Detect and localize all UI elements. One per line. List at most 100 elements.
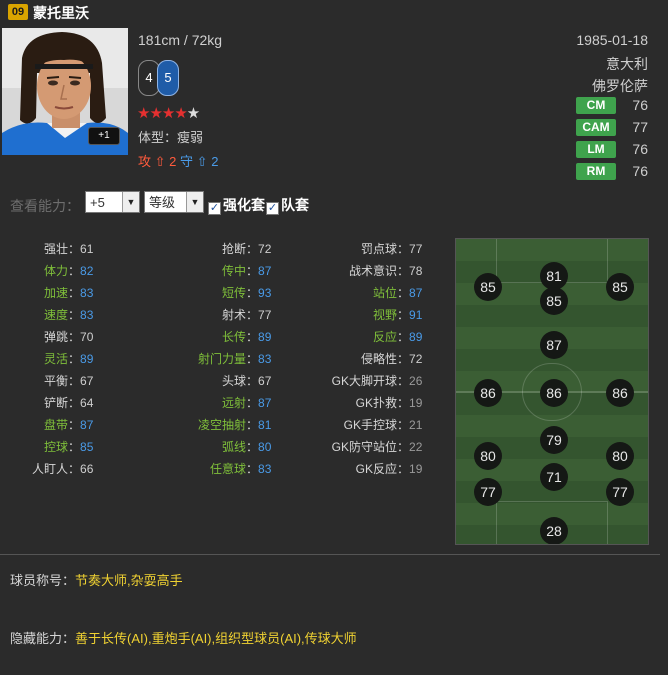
stat-value: 91 bbox=[409, 308, 423, 322]
stat-row: 铲断：64 bbox=[0, 392, 120, 414]
stat-separator: ： bbox=[397, 330, 410, 344]
stat-value: 19 bbox=[409, 462, 423, 476]
stat-label: 战术意识 bbox=[348, 264, 397, 278]
stat-value: 77 bbox=[409, 242, 423, 256]
checkbox-checked-icon[interactable]: ✓ bbox=[266, 202, 279, 215]
stat-row: 抢断：72 bbox=[120, 238, 271, 260]
hidden-ability-value: 善于长传(AI),重炮手(AI),组织型球员(AI),传球大师 bbox=[75, 631, 357, 646]
season-badge: 09 bbox=[8, 4, 28, 20]
stat-separator: ： bbox=[246, 330, 259, 344]
stat-label: 长传 bbox=[221, 330, 246, 344]
stat-value: 61 bbox=[80, 242, 94, 256]
stat-label: 速度 bbox=[43, 308, 68, 322]
stat-separator: ： bbox=[68, 374, 81, 388]
nickname-row: 球员称号：节奏大师,杂耍高手 bbox=[10, 570, 183, 589]
strong-foot-value: 5 bbox=[164, 70, 172, 85]
chevron-down-icon[interactable]: ▼ bbox=[122, 192, 139, 212]
stat-separator: ： bbox=[68, 440, 81, 454]
stat-row: 头球：67 bbox=[120, 370, 271, 392]
stat-row: 射术：77 bbox=[120, 304, 271, 326]
stat-label: 平衡 bbox=[43, 374, 68, 388]
stat-row: 站位：87 bbox=[260, 282, 422, 304]
team-set-label: 队套 bbox=[281, 197, 309, 213]
stat-separator: ： bbox=[397, 374, 410, 388]
stat-label: GK防守站位 bbox=[331, 440, 397, 454]
position-badge: LM bbox=[576, 141, 616, 158]
pitch-rating-center-back: 71 bbox=[540, 463, 568, 491]
team-set-checkbox[interactable]: ✓ 队套 bbox=[266, 195, 309, 215]
stat-value: 89 bbox=[80, 352, 94, 366]
chevron-down-icon[interactable]: ▼ bbox=[186, 192, 203, 212]
stat-separator: ： bbox=[246, 352, 259, 366]
stat-value: 83 bbox=[80, 308, 94, 322]
view-ability-label: 查看能力： bbox=[10, 198, 80, 214]
stat-separator: ： bbox=[68, 352, 81, 366]
stat-label: GK扑救 bbox=[355, 396, 397, 410]
attack-arrow-icon: ⇧ bbox=[154, 154, 166, 169]
grade-select-value: 等级 bbox=[149, 195, 176, 210]
stat-separator: ： bbox=[397, 286, 410, 300]
stats-column-technical: 抢断：72 传中：87 短传：93 射术：77 长传：89 射门力量：83 头球：67 远射：… bbox=[120, 238, 271, 480]
position-rating: 76 bbox=[632, 163, 648, 179]
stat-separator: ： bbox=[246, 396, 259, 410]
stat-separator: ： bbox=[68, 396, 81, 410]
attack-label: 攻 bbox=[138, 154, 152, 169]
stat-row: 反应：89 bbox=[260, 326, 422, 348]
stat-value: 85 bbox=[80, 440, 94, 454]
stat-label: 灵活 bbox=[43, 352, 68, 366]
stat-value: 87 bbox=[80, 418, 94, 432]
stat-separator: ： bbox=[397, 242, 410, 256]
stat-row: 侵略性：72 bbox=[260, 348, 422, 370]
pitch-rating-goalkeeper: 28 bbox=[540, 517, 568, 544]
position-badge: CM bbox=[576, 97, 616, 114]
body-type: 体型：瘦弱 bbox=[138, 130, 204, 145]
stat-separator: ： bbox=[246, 440, 259, 454]
checkbox-checked-icon[interactable]: ✓ bbox=[208, 202, 221, 215]
stat-separator: ： bbox=[246, 242, 259, 256]
defense-arrow-icon: ⇧ bbox=[196, 154, 208, 169]
grade-select[interactable]: 等级 ▼ bbox=[144, 191, 204, 213]
stat-row: GK防守站位：22 bbox=[260, 436, 423, 458]
stat-value: 83 bbox=[80, 286, 94, 300]
stat-separator: ： bbox=[68, 462, 81, 476]
nickname-label: 球员称号： bbox=[10, 573, 76, 588]
stat-value: 89 bbox=[409, 330, 423, 344]
stat-label: 站位 bbox=[372, 286, 397, 300]
stat-separator: ： bbox=[68, 308, 81, 322]
stat-label: 射门力量 bbox=[197, 352, 246, 366]
stat-value: 72 bbox=[409, 352, 423, 366]
stat-value: 26 bbox=[409, 374, 423, 388]
position-rating: 76 bbox=[632, 97, 648, 113]
work-rate: 攻 ⇧ 2 守 ⇧ 2 bbox=[138, 151, 218, 170]
hidden-ability-row: 隐藏能力：善于长传(AI),重炮手(AI),组织型球员(AI),传球大师 bbox=[10, 628, 357, 647]
stat-row: 加速：83 bbox=[0, 282, 120, 304]
stat-separator: ： bbox=[246, 374, 259, 388]
level-select[interactable]: +5 ▼ bbox=[85, 191, 140, 213]
stat-separator: ： bbox=[397, 440, 410, 454]
pitch-rating-right-mid: 86 bbox=[606, 379, 634, 407]
birth-date: 1985-01-18 bbox=[576, 32, 648, 48]
nationality: 意大利 bbox=[606, 56, 648, 72]
stat-value: 82 bbox=[80, 264, 94, 278]
stat-row: 传中：87 bbox=[120, 260, 271, 282]
stat-value: 70 bbox=[80, 330, 94, 344]
pitch-rating-left-wing: 85 bbox=[474, 273, 502, 301]
stat-row: 远射：87 bbox=[120, 392, 271, 414]
stat-row: 任意球：83 bbox=[120, 458, 271, 480]
enhance-set-checkbox[interactable]: ✓ 强化套 bbox=[208, 195, 265, 215]
stat-row: 控球：85 bbox=[0, 436, 120, 458]
pitch-rating-right-wing: 85 bbox=[606, 273, 634, 301]
pitch-rating-left-mid: 86 bbox=[474, 379, 502, 407]
stat-value: 67 bbox=[80, 374, 94, 388]
pitch-rating-attacking-mid: 87 bbox=[540, 331, 568, 359]
position-row: RM 76 bbox=[576, 163, 662, 181]
stat-value: 66 bbox=[80, 462, 94, 476]
stat-label: 弹跳 bbox=[43, 330, 68, 344]
stat-row: 速度：83 bbox=[0, 304, 120, 326]
stat-row: 战术意识：78 bbox=[260, 260, 422, 282]
stat-value: 87 bbox=[409, 286, 423, 300]
pitch-rating-right-wingback: 80 bbox=[606, 442, 634, 470]
stat-separator: ： bbox=[246, 286, 259, 300]
stat-value: 64 bbox=[80, 396, 94, 410]
weak-foot-value: 4 bbox=[145, 70, 153, 85]
